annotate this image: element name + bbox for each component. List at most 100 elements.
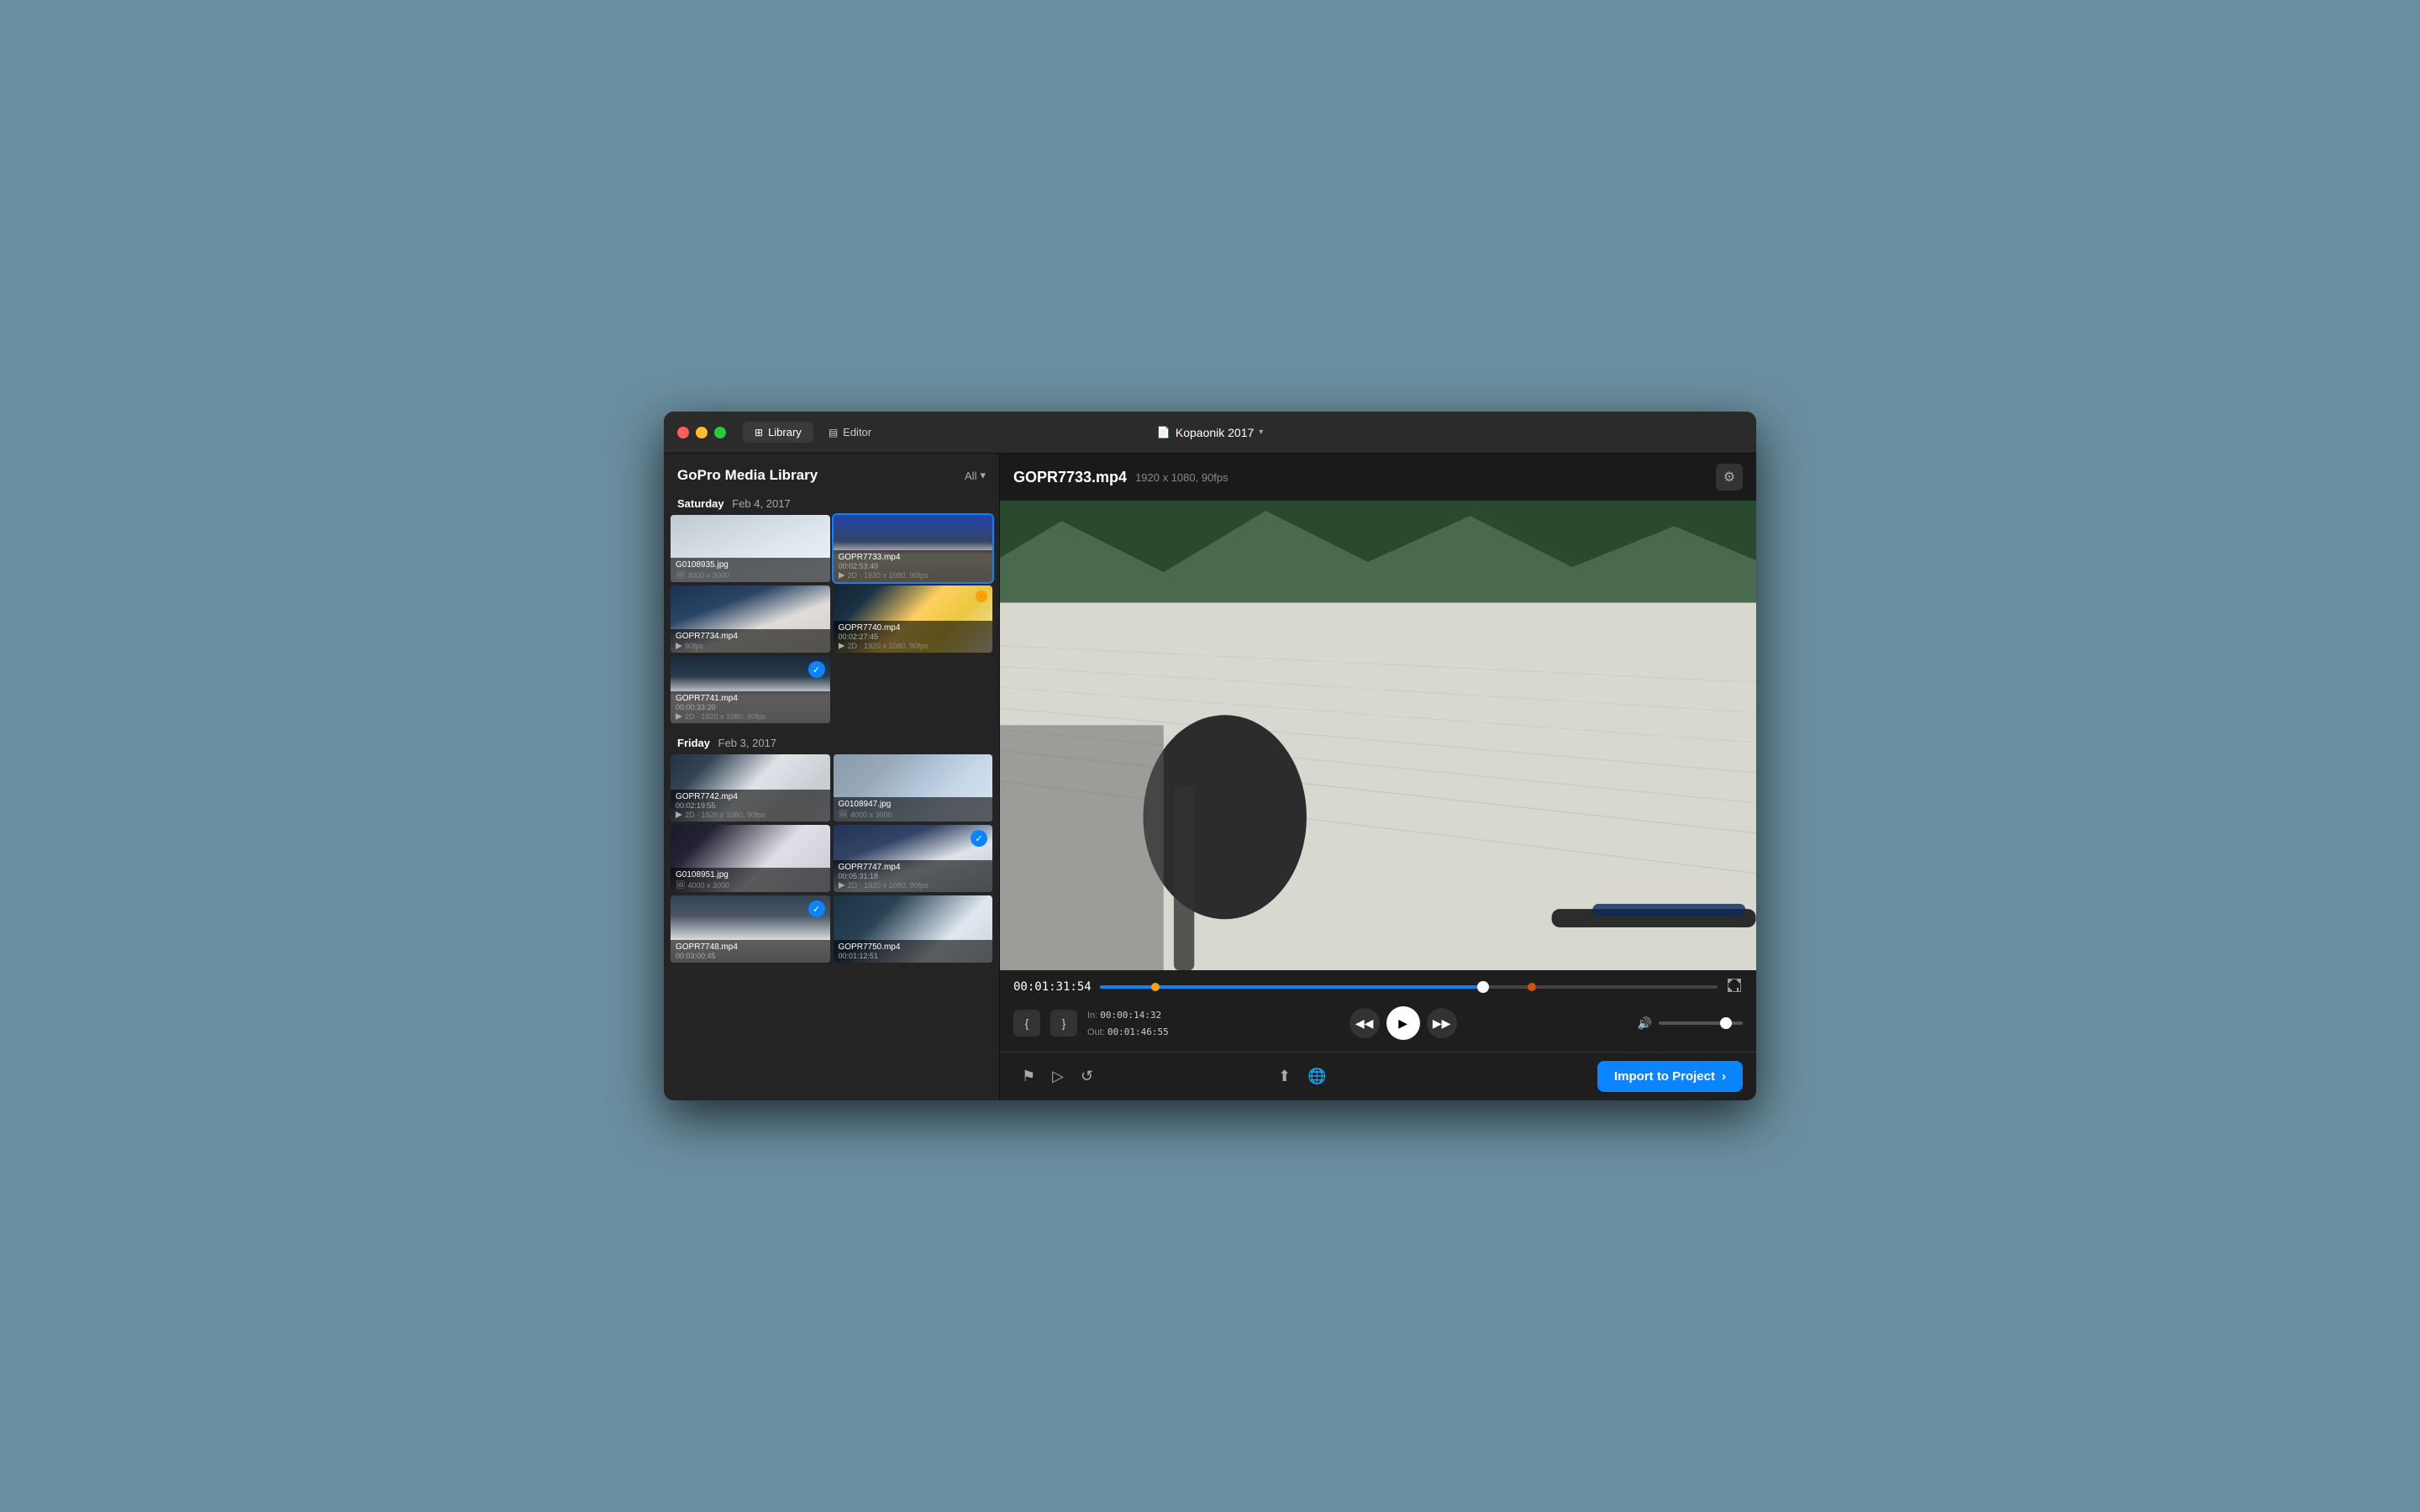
globe-icon: 🌐	[1307, 1068, 1326, 1084]
check-badge-GOPR7741: ✓	[808, 661, 825, 678]
meta-GOPR7747: 2D · 1920 x 1080, 90fps	[839, 881, 988, 890]
settings-button[interactable]: ⚙	[1716, 464, 1743, 491]
play-forward-icon: ▷	[1052, 1068, 1064, 1084]
sidebar-title: GoPro Media Library	[677, 467, 818, 484]
chevron-down-icon: ▾	[1259, 428, 1263, 437]
globe-button[interactable]: 🌐	[1299, 1064, 1334, 1089]
bottom-toolbar: ⚑ ▷ ↺ ⬆ 🌐 Import to Project ›	[1000, 1052, 1756, 1100]
photo-icon-G0108935: 🖼	[676, 570, 685, 580]
media-item-GOPR7733[interactable]: GOPR7733.mp4 00:02:53:49 2D · 1920 x 108…	[834, 515, 993, 582]
video-resolution: 1920 x 1080, 90fps	[1135, 471, 1228, 484]
close-button[interactable]	[677, 427, 689, 438]
video-header: GOPR7733.mp4 1920 x 1080, 90fps ⚙	[1000, 454, 1756, 501]
out-point-label: Out: 00:01:46:55	[1087, 1024, 1169, 1039]
fullscreen-button[interactable]	[1726, 977, 1743, 996]
progress-track[interactable]	[1100, 985, 1718, 989]
play-icon-GOPR7740	[839, 643, 845, 649]
right-panel: GOPR7733.mp4 1920 x 1080, 90fps ⚙	[1000, 454, 1756, 1100]
media-label-GOPR7750: GOPR7750.mp4 00:01:12:51	[834, 940, 993, 963]
media-item-GOPR7742[interactable]: GOPR7742.mp4 00:02:19:55 2D · 1920 x 108…	[671, 754, 830, 822]
tab-editor-label: Editor	[843, 426, 871, 438]
maximize-button[interactable]	[714, 427, 726, 438]
fast-forward-button[interactable]: ▶▶	[1427, 1008, 1457, 1038]
media-item-G0108951[interactable]: G0108951.jpg 🖼 4000 x 3000	[671, 825, 830, 892]
traffic-lights	[677, 427, 726, 438]
media-item-GOPR7740[interactable]: GOPR7740.mp4 00:02:27:45 2D · 1920 x 108…	[834, 585, 993, 653]
video-frame	[1000, 501, 1756, 970]
media-item-G0108947[interactable]: G0108947.jpg 🖼 4000 x 3000	[834, 754, 993, 822]
copy-icon: ⬆	[1278, 1068, 1291, 1084]
set-in-button[interactable]: {	[1013, 1010, 1040, 1037]
app-window: ⊞ Library ▤ Editor 📄 Kopaonik 2017 ▾ GoP…	[664, 412, 1756, 1100]
day-name-saturday: Saturday	[677, 497, 724, 510]
main-content: GoPro Media Library All ▾ Saturday Feb 4…	[664, 454, 1756, 1100]
controls-bar: 00:01:31:54	[1000, 970, 1756, 1052]
copy-button[interactable]: ⬆	[1270, 1064, 1299, 1089]
filter-button[interactable]: All ▾	[965, 469, 986, 482]
video-frame-svg	[1000, 501, 1756, 970]
video-title: GOPR7733.mp4	[1013, 469, 1127, 486]
project-name[interactable]: 📄 Kopaonik 2017 ▾	[1157, 426, 1264, 439]
media-item-GOPR7734[interactable]: GOPR7734.mp4 90fps	[671, 585, 830, 653]
play-forward-button[interactable]: ▷	[1044, 1064, 1072, 1089]
friday-media-grid: GOPR7742.mp4 00:02:19:55 2D · 1920 x 108…	[664, 754, 999, 963]
media-label-GOPR7734: GOPR7734.mp4 90fps	[671, 629, 830, 653]
orange-badge-GOPR7740	[976, 591, 987, 602]
out-point-icon: }	[1062, 1016, 1066, 1030]
meta-GOPR7734: 90fps	[676, 642, 825, 650]
filename-GOPR7740: GOPR7740.mp4	[839, 623, 988, 633]
fullscreen-icon	[1728, 979, 1741, 992]
tab-library[interactable]: ⊞ Library	[743, 422, 813, 443]
nav-tabs: ⊞ Library ▤ Editor	[743, 422, 883, 443]
media-item-GOPR7747[interactable]: ✓ GOPR7747.mp4 00:05:31:18 2D · 1920 x 1…	[834, 825, 993, 892]
filter-chevron-icon: ▾	[980, 469, 986, 482]
filename-GOPR7747: GOPR7747.mp4	[839, 863, 988, 872]
playback-controls: ◀◀ ▶ ▶▶	[1349, 1006, 1457, 1040]
rotate-button[interactable]: ↺	[1072, 1064, 1102, 1089]
meta-GOPR7740: 2D · 1920 x 1080, 90fps	[839, 642, 988, 650]
play-icon: ▶	[1398, 1016, 1407, 1031]
day-header-friday: Friday Feb 3, 2017	[664, 730, 999, 754]
media-item-GOPR7748[interactable]: ✓ GOPR7748.mp4 00:03:00:45	[671, 895, 830, 963]
in-point-icon: {	[1025, 1016, 1029, 1030]
filename-GOPR7741: GOPR7741.mp4	[676, 694, 825, 703]
flag-button[interactable]: ⚑	[1013, 1064, 1044, 1089]
day-header-saturday: Saturday Feb 4, 2017	[664, 491, 999, 515]
filename-GOPR7750: GOPR7750.mp4	[839, 942, 988, 952]
in-point-label: In: 00:00:14:32	[1087, 1007, 1169, 1022]
import-to-project-button[interactable]: Import to Project ›	[1597, 1061, 1743, 1092]
media-item-GOPR7741[interactable]: ✓ GOPR7741.mp4 00:00:33:20 2D · 1920 x 1…	[671, 656, 830, 723]
play-pause-button[interactable]: ▶	[1386, 1006, 1420, 1040]
volume-slider[interactable]	[1659, 1021, 1743, 1025]
progress-bar-container[interactable]	[1100, 979, 1718, 995]
timecode-row: 00:01:31:54	[1013, 977, 1743, 996]
filename-GOPR7742: GOPR7742.mp4	[676, 792, 825, 801]
media-label-G0108947: G0108947.jpg 🖼 4000 x 3000	[834, 797, 993, 822]
in-point-marker	[1151, 983, 1160, 991]
saturday-media-grid: G0108935.jpg 🖼 4000 x 3000 GOPR7733.mp4	[664, 515, 999, 723]
media-label-GOPR7742: GOPR7742.mp4 00:02:19:55 2D · 1920 x 108…	[671, 790, 830, 822]
filename-G0108947: G0108947.jpg	[839, 800, 988, 809]
playhead[interactable]	[1477, 981, 1489, 993]
media-item-GOPR7750[interactable]: GOPR7750.mp4 00:01:12:51	[834, 895, 993, 963]
media-label-GOPR7748: GOPR7748.mp4 00:03:00:45	[671, 940, 830, 963]
meta-GOPR7742: 2D · 1920 x 1080, 90fps	[676, 811, 825, 819]
library-icon: ⊞	[755, 427, 763, 438]
timecode-info: In: 00:00:14:32 Out: 00:01:46:55	[1087, 1007, 1169, 1039]
rotate-icon: ↺	[1081, 1068, 1093, 1084]
meta-G0108951: 🖼 4000 x 3000	[676, 880, 825, 890]
minimize-button[interactable]	[696, 427, 708, 438]
editor-icon: ▤	[829, 427, 838, 438]
tab-library-label: Library	[768, 426, 802, 438]
rewind-button[interactable]: ◀◀	[1349, 1008, 1380, 1038]
project-title: Kopaonik 2017	[1176, 426, 1254, 439]
set-out-button[interactable]: }	[1050, 1010, 1077, 1037]
day-date-friday: Feb 3, 2017	[718, 737, 776, 749]
play-icon-GOPR7742	[676, 811, 682, 818]
day-group-saturday: Saturday Feb 4, 2017 G0108935.jpg 🖼 4000…	[664, 491, 999, 730]
filename-GOPR7733: GOPR7733.mp4	[839, 553, 988, 562]
media-item-G0108935[interactable]: G0108935.jpg 🖼 4000 x 3000	[671, 515, 830, 582]
duration-GOPR7747: 00:05:31:18	[839, 872, 988, 880]
tab-editor[interactable]: ▤ Editor	[817, 422, 883, 443]
filename-GOPR7734: GOPR7734.mp4	[676, 632, 825, 641]
